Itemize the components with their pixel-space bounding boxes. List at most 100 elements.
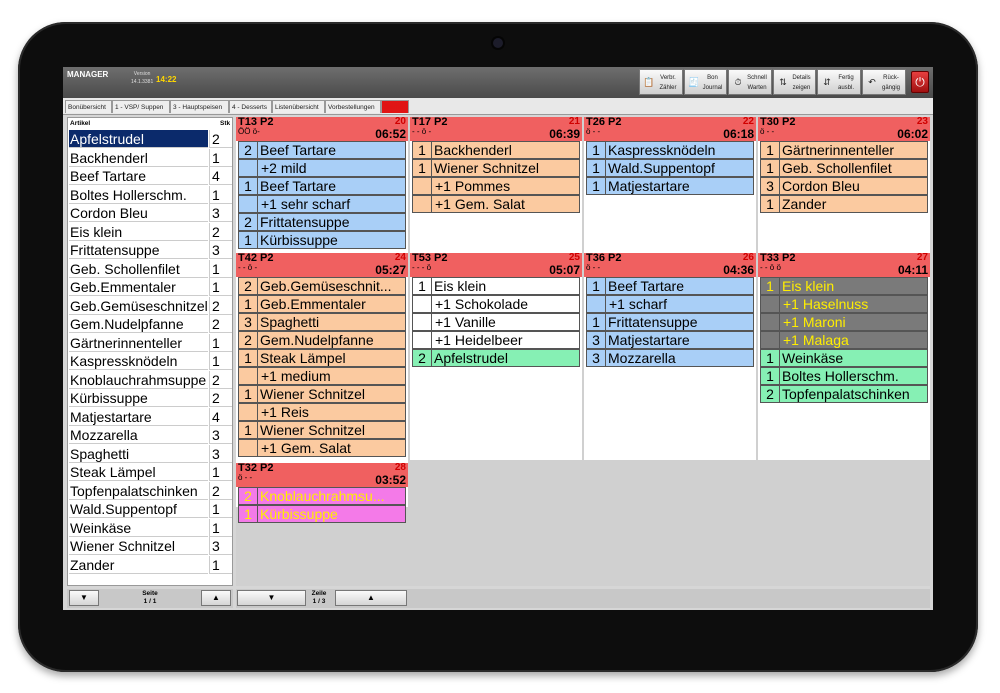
order-item[interactable]: 1 Geb. Schollenfilet	[760, 159, 928, 177]
order-card[interactable]: T42 P2- - ö -24 05:27 2 Geb.Gemüseschnit...…	[236, 253, 408, 457]
order-item[interactable]: 1 Eis klein	[760, 277, 928, 295]
tab-1[interactable]: 1 - VSP/ Suppen	[112, 100, 170, 113]
elapsed-time: 03:52	[375, 473, 406, 487]
order-item[interactable]: +1 Pommes	[412, 177, 580, 195]
list-item[interactable]: Mozzarella 3	[68, 426, 232, 444]
order-item[interactable]: 2 Topfenpalatschinken	[760, 385, 928, 403]
article-page-up-button[interactable]: ▲	[201, 590, 231, 606]
order-item[interactable]: +1 Malaga	[760, 331, 928, 349]
order-item[interactable]: +1 Gem. Salat	[238, 439, 406, 457]
order-item[interactable]: +1 Reis	[238, 403, 406, 421]
list-item[interactable]: Cordon Bleu 3	[68, 204, 232, 222]
order-item[interactable]: 3 Spaghetti	[238, 313, 406, 331]
order-item[interactable]: 2 Knoblauchrahmsu...	[238, 487, 406, 505]
toolbar-button-5[interactable]: ↶ Rück- gängig	[862, 69, 906, 95]
list-item[interactable]: Geb.Emmentaler 1	[68, 278, 232, 296]
list-item[interactable]: Eis klein 2	[68, 222, 232, 241]
order-item[interactable]: 1 Wald.Suppentopf	[586, 159, 754, 177]
order-item[interactable]: +1 medium	[238, 367, 406, 385]
order-item[interactable]: 1 Zander	[760, 195, 928, 213]
order-item[interactable]: 2 Geb.Gemüseschnit...	[238, 277, 406, 295]
order-item[interactable]: 2 Frittatensuppe	[238, 213, 406, 231]
order-item[interactable]: 2 Gem.Nudelpfanne	[238, 331, 406, 349]
order-item[interactable]: 2 Apfelstrudel	[412, 349, 580, 367]
order-item[interactable]: 1 Eis klein	[412, 277, 580, 295]
list-item[interactable]: Matjestartare 4	[68, 407, 232, 426]
order-item[interactable]: 1 Geb.Emmentaler	[238, 295, 406, 313]
order-item[interactable]: 1 Wiener Schnitzel	[412, 159, 580, 177]
tab-4[interactable]: Listenübersicht	[272, 100, 325, 113]
tab-5[interactable]: Vorbestellungen	[325, 100, 381, 113]
list-item[interactable]: Gärtnerinnenteller 1	[68, 333, 232, 352]
order-item[interactable]: 1 Steak Lämpel	[238, 349, 406, 367]
list-item[interactable]: Knoblauchrahmsuppe 2	[68, 370, 232, 389]
order-card[interactable]: T53 P2- - - ö 25 05:07 1 Eis klein +1 Schokol…	[410, 253, 582, 367]
order-card[interactable]: T13 P2 ÖÖ ö- 20 06:52 2 Beef Tartare +2 mild 1 B…	[236, 117, 408, 249]
list-item[interactable]: Wald.Suppentopf 1	[68, 500, 232, 518]
tab-6[interactable]: Storno	[381, 100, 409, 113]
toolbar-button-1[interactable]: 🧾 Bon Journal	[684, 69, 727, 95]
order-item[interactable]: +1 Heidelbeer	[412, 331, 580, 349]
list-item[interactable]: Apfelstrudel 2	[68, 130, 232, 148]
order-item[interactable]: 1 Gärtnerinnenteller	[760, 141, 928, 159]
order-item[interactable]: 1 Weinkäse	[760, 349, 928, 367]
toolbar-button-0[interactable]: 📋 Verbr. Zähler	[639, 69, 683, 95]
order-item[interactable]: +1 sehr scharf	[238, 195, 406, 213]
order-item[interactable]: 3 Cordon Bleu	[760, 177, 928, 195]
list-item[interactable]: Geb.Gemüseschnitzel 2	[68, 296, 232, 315]
order-card[interactable]: T32 P2 ö - -28 03:52 2 Knoblauchrahmsu... 1 Kü…	[236, 463, 408, 523]
article-page-down-button[interactable]: ▼	[69, 590, 99, 606]
order-item[interactable]: 1 Matjestartare	[586, 177, 754, 195]
list-item[interactable]: Weinkäse 1	[68, 518, 232, 537]
order-page-down-button[interactable]: ▼	[237, 590, 306, 606]
order-card[interactable]: T26 P2 ö - -22 06:18 1 Kaspressknödeln 1 Wald.…	[584, 117, 756, 195]
list-item[interactable]: Boltes Hollerschm. 1	[68, 185, 232, 204]
tab-2[interactable]: 3 - Hauptspeisen	[170, 100, 229, 113]
list-item[interactable]: Geb. Schollenfilet 1	[68, 259, 232, 278]
power-button[interactable]: ⏻	[911, 71, 929, 93]
order-item[interactable]: 1 Wiener Schnitzel	[238, 385, 406, 403]
toolbar-button-2[interactable]: ⏱ Schnell Warten	[728, 69, 772, 95]
order-item[interactable]: +1 Vanille	[412, 313, 580, 331]
list-item[interactable]: Beef Tartare 4	[68, 167, 232, 185]
list-item[interactable]: Wiener Schnitzel 3	[68, 537, 232, 555]
list-item[interactable]: Kürbissuppe 2	[68, 389, 232, 407]
toolbar-button-3[interactable]: ⇅ Details zeigen	[773, 69, 816, 95]
list-item[interactable]: Zander 1	[68, 555, 232, 574]
order-item[interactable]: +2 mild	[238, 159, 406, 177]
order-item[interactable]: 1 Kürbissuppe	[238, 505, 406, 523]
list-item[interactable]: Steak Lämpel 1	[68, 463, 232, 481]
order-item[interactable]: 1 Wiener Schnitzel	[238, 421, 406, 439]
order-item[interactable]: 3 Matjestartare	[586, 331, 754, 349]
order-item[interactable]: 2 Beef Tartare	[238, 141, 406, 159]
order-item[interactable]: +1 Haselnuss	[760, 295, 928, 313]
item-qty	[413, 178, 432, 194]
toolbar-button-4[interactable]: ⇵ Fertig ausbl.	[817, 69, 861, 95]
tab-3[interactable]: 4 - Desserts	[229, 100, 272, 113]
list-item[interactable]: Kaspressknödeln 1	[68, 352, 232, 370]
order-item[interactable]: 3 Mozzarella	[586, 349, 754, 367]
order-item[interactable]: 1 Beef Tartare	[586, 277, 754, 295]
list-item[interactable]: Backhenderl 1	[68, 148, 232, 167]
order-card[interactable]: T30 P2 ö - -23 06:02 1 Gärtnerinnenteller 1 Ge…	[758, 117, 930, 213]
order-page-up-button[interactable]: ▲	[335, 590, 407, 606]
order-card[interactable]: T17 P2- - ö -21 06:39 1 Backhenderl 1 Wiener …	[410, 117, 582, 213]
order-item[interactable]: 1 Frittatensuppe	[586, 313, 754, 331]
order-card[interactable]: T33 P2- - ö ö 27 04:11 1 Eis klein +1 Haselnu…	[758, 253, 930, 403]
order-card[interactable]: T36 P2 ö - -26 04:36 1 Beef Tartare +1 scharf…	[584, 253, 756, 367]
order-item[interactable]: +1 Schokolade	[412, 295, 580, 313]
order-item[interactable]: 1 Backhenderl	[412, 141, 580, 159]
order-item[interactable]: 1 Boltes Hollerschm.	[760, 367, 928, 385]
list-item[interactable]: Gem.Nudelpfanne 2	[68, 315, 232, 333]
order-item[interactable]: 1 Kürbissuppe	[238, 231, 406, 249]
list-item[interactable]: Frittatensuppe 3	[68, 241, 232, 259]
tab-0[interactable]: Bonübersicht	[65, 100, 112, 113]
order-item[interactable]: +1 scharf	[586, 295, 754, 313]
order-item[interactable]: +1 Maroni	[760, 313, 928, 331]
order-item[interactable]: 1 Beef Tartare	[238, 177, 406, 195]
elapsed-time: 04:36	[723, 263, 754, 277]
list-item[interactable]: Spaghetti 3	[68, 444, 232, 463]
order-item[interactable]: 1 Kaspressknödeln	[586, 141, 754, 159]
list-item[interactable]: Topfenpalatschinken 2	[68, 481, 232, 500]
order-item[interactable]: +1 Gem. Salat	[412, 195, 580, 213]
